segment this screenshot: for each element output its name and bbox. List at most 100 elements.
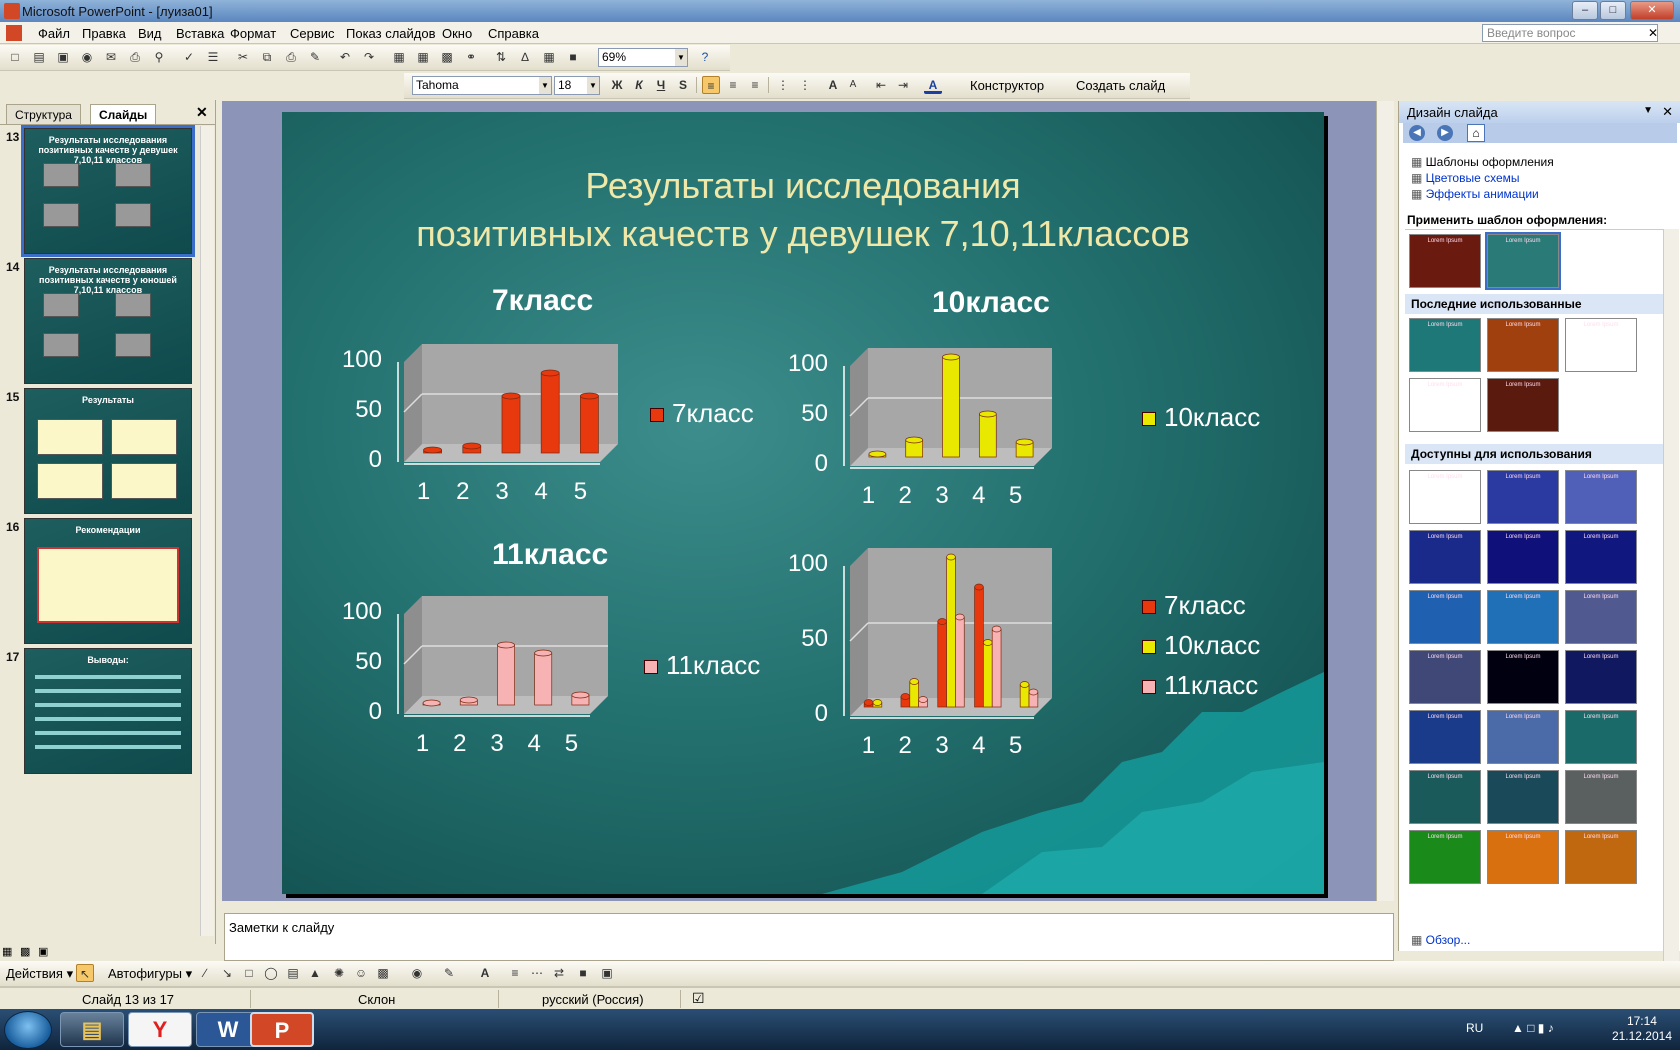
design-template-thumb[interactable]: Lorem Ipsum [1487,470,1559,524]
slide-thumbnail-13[interactable]: Результаты исследования позитивных качес… [21,125,195,257]
design-template-thumb[interactable]: Lorem Ipsum [1565,650,1637,704]
arrow-icon[interactable]: ↘ [218,964,236,982]
chart-icon[interactable]: ▦ [390,48,408,66]
close-icon[interactable]: ✕ [1662,104,1673,120]
new-slide-button[interactable]: Создать слайд [1076,78,1165,93]
template-scrollbar[interactable] [1663,229,1679,963]
tab-slides[interactable]: Слайды [90,104,157,124]
design-template-thumb[interactable]: Lorem Ipsum [1487,650,1559,704]
align-left-icon[interactable]: ≡ [702,76,720,94]
line-icon[interactable]: ∕ [196,964,214,982]
sorter-view-icon[interactable]: ▩ [20,945,30,958]
design-template-thumb[interactable]: Lorem Ipsum [1409,234,1481,288]
preview-icon[interactable]: ⚲ [150,48,168,66]
menu-item-7[interactable]: Показ слайдов [346,26,436,41]
bold-button[interactable]: Ж [608,76,626,94]
decrease-font-icon[interactable]: A [844,76,862,94]
show-formatting-icon[interactable]: ∆ [516,48,534,66]
table-icon[interactable]: ▦ [414,48,432,66]
menu-item-5[interactable]: Формат [230,26,276,41]
design-template-thumb[interactable]: Lorem Ipsum [1565,530,1637,584]
tables-borders-icon[interactable]: ▩ [438,48,456,66]
slideshow-view-icon[interactable]: ▣ [38,945,48,958]
language-indicator[interactable]: RU [1466,1021,1483,1035]
design-template-thumb[interactable]: Lorem Ipsum [1487,378,1559,432]
design-template-thumb[interactable]: Lorem Ipsum [1409,378,1481,432]
shadow-button[interactable]: S [674,76,692,94]
arrow-style-icon[interactable]: ⇄ [550,964,568,982]
align-right-icon[interactable]: ≡ [746,76,764,94]
design-template-thumb[interactable]: Lorem Ipsum [1487,318,1559,372]
start-button[interactable] [4,1011,52,1049]
design-template-thumb[interactable]: Lorem Ipsum [1487,590,1559,644]
select-pointer-icon[interactable]: ↖ [76,964,94,982]
insert-hyperlink-icon[interactable]: ⚭ [462,48,480,66]
notes-field[interactable]: Заметки к слайду [224,913,1394,961]
spelling-icon[interactable]: ☑ [692,990,705,1007]
actions-menu[interactable]: Действия ▾ [6,966,73,982]
design-template-thumb[interactable]: Lorem Ipsum [1487,770,1559,824]
menu-item-9[interactable]: Справка [488,26,539,41]
diagram-icon[interactable]: ✺ [330,964,348,982]
underline-button[interactable]: Ч [652,76,670,94]
color-icon[interactable]: ■ [564,48,582,66]
design-template-thumb[interactable]: Lorem Ipsum [1565,318,1637,372]
close-document-icon[interactable]: ✕ [1648,26,1658,40]
designer-button[interactable]: Конструктор [970,78,1044,93]
font-size-select[interactable]: 18 ▼ [554,76,600,95]
design-templates-link[interactable]: ▦ Шаблоны оформления [1411,155,1554,169]
format-painter-icon[interactable]: ✎ [306,48,324,66]
autoshapes-menu[interactable]: Автофигуры ▾ [108,966,192,982]
design-template-thumb[interactable]: Lorem Ipsum [1409,770,1481,824]
design-template-thumb[interactable]: Lorem Ipsum [1565,590,1637,644]
design-template-thumb[interactable]: Lorem Ipsum [1565,770,1637,824]
align-center-icon[interactable]: ≡ [724,76,742,94]
fill-color-icon[interactable]: ◉ [408,964,426,982]
picture-icon[interactable]: ▩ [374,964,392,982]
font-select[interactable]: Tahoma ▼ [412,76,552,95]
print-icon[interactable]: ⎙ [126,48,144,66]
font-color-icon[interactable]: A [476,964,494,982]
textbox-icon[interactable]: ▤ [284,964,302,982]
cut-icon[interactable]: ✂ [234,48,252,66]
design-template-thumb[interactable]: Lorem Ipsum [1409,650,1481,704]
design-template-thumb[interactable]: Lorem Ipsum [1487,530,1559,584]
help-icon[interactable]: ? [696,48,714,66]
spelling-icon[interactable]: ✓ [180,48,198,66]
document-icon[interactable] [6,25,22,41]
slide-thumbnail-16[interactable]: Рекомендации [24,518,192,644]
shadow-style-icon[interactable]: ■ [574,964,592,982]
research-icon[interactable]: ☰ [204,48,222,66]
3d-style-icon[interactable]: ▣ [598,964,616,982]
animation-effects-link[interactable]: ▦ Эффекты анимации [1411,187,1539,201]
numbered-list-icon[interactable]: ⋮ [774,76,792,94]
explorer-taskbar-icon[interactable]: ▤ [60,1012,124,1047]
design-template-thumb[interactable]: Lorem Ipsum [1565,830,1637,884]
menu-item-8[interactable]: Окно [442,26,472,41]
rectangle-icon[interactable]: □ [240,964,258,982]
close-panel-icon[interactable]: ✕ [196,104,208,121]
grid-icon[interactable]: ▦ [540,48,558,66]
design-template-thumb[interactable]: Lorem Ipsum [1409,590,1481,644]
line-style-icon[interactable]: ≡ [506,964,524,982]
browse-link[interactable]: ▦ Обзор... [1411,933,1470,947]
tray-icons[interactable]: ▲ □ ▮ ♪ [1512,1021,1554,1035]
normal-view-icon[interactable]: ▦ [2,945,12,958]
permission-icon[interactable]: ◉ [78,48,96,66]
copy-icon[interactable]: ⧉ [258,48,276,66]
dash-style-icon[interactable]: ⋯ [528,964,546,982]
slide-thumbnail-15[interactable]: Результаты [24,388,192,514]
canvas-scrollbar[interactable] [1376,101,1394,901]
paste-icon[interactable]: ⎙ [282,48,300,66]
back-icon[interactable]: ◀ [1409,125,1425,141]
design-template-thumb[interactable]: Lorem Ipsum [1487,710,1559,764]
oval-icon[interactable]: ◯ [262,964,280,982]
menu-item-4[interactable]: Вставка [176,26,224,41]
clipart-icon[interactable]: ☺ [352,964,370,982]
bulleted-list-icon[interactable]: ⋮ [796,76,814,94]
clock[interactable]: 17:14 21.12.2014 [1612,1014,1672,1044]
color-schemes-link[interactable]: ▦ Цветовые схемы [1411,171,1520,185]
slide-thumbnail-17[interactable]: Выводы: [24,648,192,774]
email-icon[interactable]: ✉ [102,48,120,66]
slide-thumbnail-14[interactable]: Результаты исследования позитивных качес… [24,258,192,384]
